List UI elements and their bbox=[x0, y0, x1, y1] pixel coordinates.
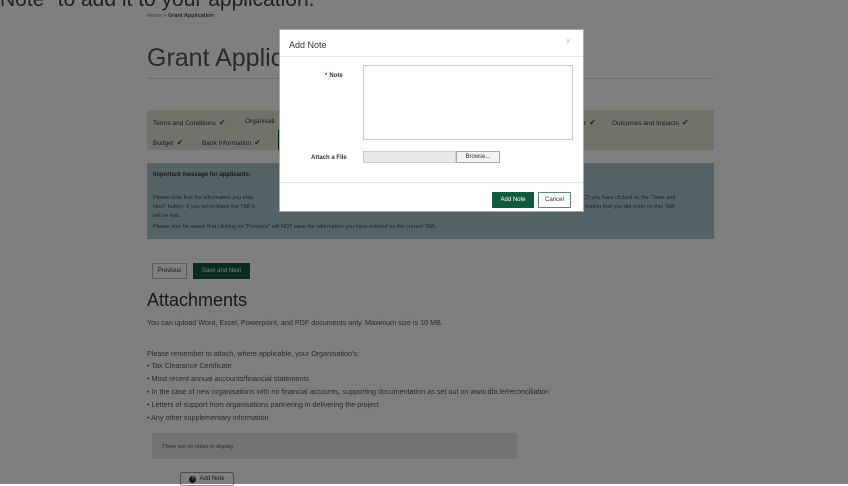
dialog-title: Add Note bbox=[289, 40, 327, 50]
note-textarea[interactable] bbox=[363, 65, 573, 140]
cancel-button[interactable]: Cancel bbox=[538, 192, 571, 208]
browse-button[interactable]: Browse... bbox=[456, 151, 500, 163]
close-icon[interactable]: × bbox=[566, 36, 571, 46]
instruction-caption: Note" to add it to your application. bbox=[0, 0, 314, 12]
note-label-text: Note bbox=[329, 73, 343, 79]
add-note-dialog: Add Note × * Note Attach a File Browse...… bbox=[279, 29, 584, 212]
dialog-footer-divider bbox=[280, 182, 583, 183]
add-note-submit-button[interactable]: Add Note bbox=[492, 192, 534, 208]
dialog-header-divider bbox=[280, 56, 583, 57]
required-marker: * bbox=[325, 73, 328, 79]
note-field-label: * Note bbox=[325, 73, 343, 79]
attach-file-label: Attach a File bbox=[311, 155, 347, 161]
file-path-field[interactable] bbox=[363, 151, 456, 163]
